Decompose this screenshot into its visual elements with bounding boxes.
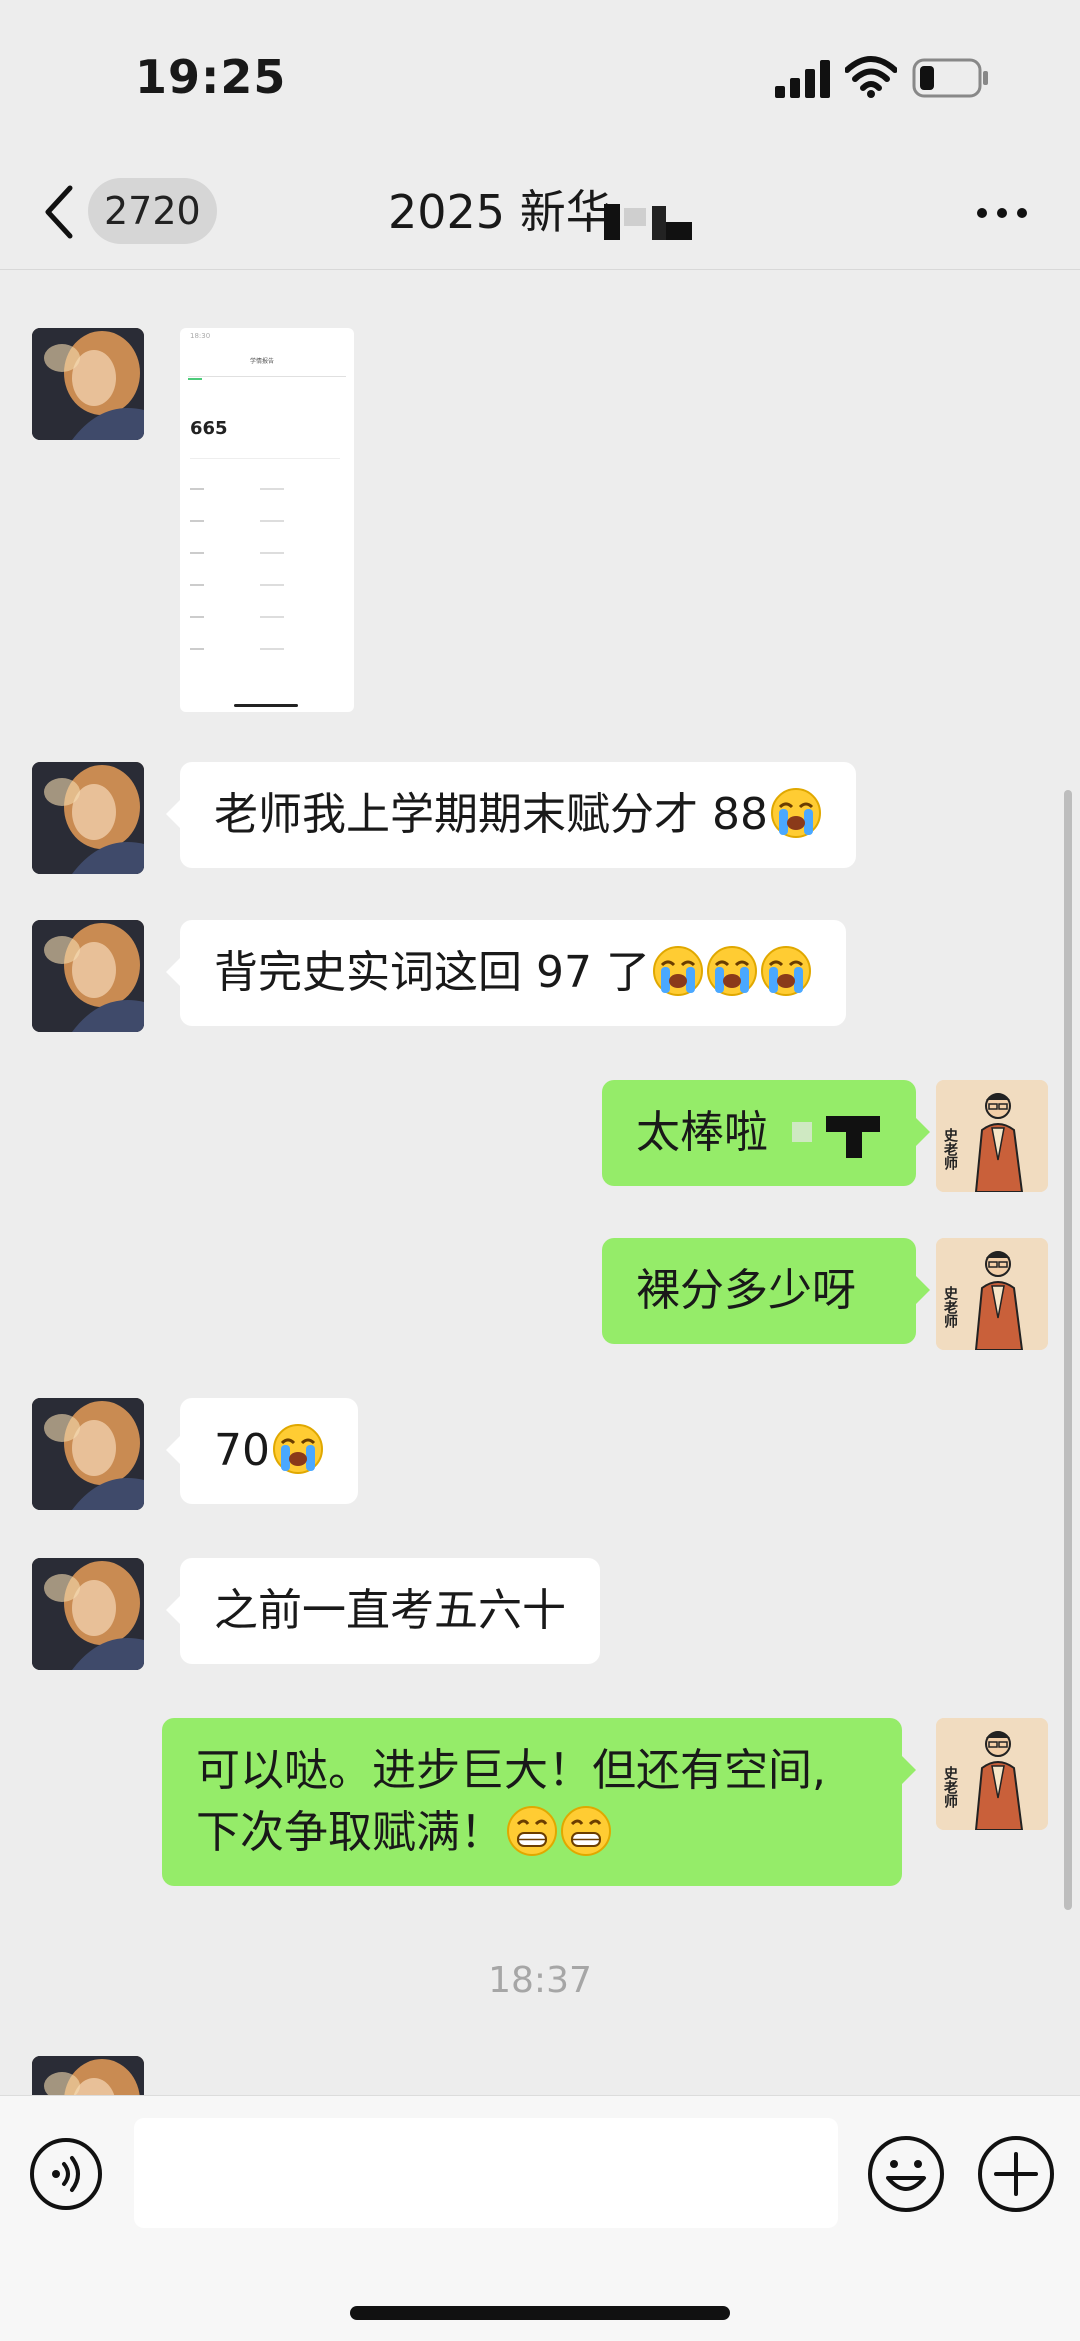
grinning-emoji [506, 1805, 558, 1857]
image-score: 665 [190, 418, 228, 439]
contact-avatar[interactable] [32, 762, 144, 874]
contact-avatar[interactable] [32, 920, 144, 1032]
status-bar: 19:25 [0, 0, 1080, 160]
message-text-line-2: 下次争取赋满！ [196, 1807, 504, 1858]
crying-emoji [706, 945, 758, 997]
message-text: 之前一直考五六十 [214, 1585, 566, 1636]
message-text: 老师我上学期期末赋分才 88 [214, 789, 768, 840]
chat-header: 2720 2025 新华 [0, 160, 1080, 270]
message-text: 太棒啦 [636, 1107, 768, 1158]
contact-avatar[interactable] [32, 1558, 144, 1670]
my-avatar[interactable] [936, 1080, 1048, 1192]
chat-title: 2025 新华 [388, 185, 612, 239]
voice-icon[interactable] [28, 2136, 104, 2212]
emoji-icon[interactable] [866, 2134, 946, 2214]
wifi-icon [845, 56, 897, 98]
image-header-title: 学情报告 [250, 358, 275, 365]
message-text-line-1: 可以哒。进步巨大！但还有空间, [196, 1745, 826, 1796]
redaction-mosaic [604, 204, 692, 240]
message-text: 70 [214, 1425, 270, 1476]
signal-icon [775, 60, 830, 98]
input-bar [0, 2095, 1080, 2341]
received-message[interactable]: 70 [166, 1398, 358, 1504]
scrollbar[interactable] [1064, 790, 1072, 1910]
my-avatar[interactable] [936, 1718, 1048, 1830]
received-message[interactable]: 老师我上学期期末赋分才 88 [166, 762, 856, 868]
plus-icon[interactable] [976, 2134, 1056, 2214]
received-message[interactable]: 之前一直考五六十 [166, 1558, 600, 1664]
image-message[interactable]: 18:30 学情报告 665 [180, 328, 354, 712]
chat-timestamp: 18:37 [488, 1960, 592, 2001]
my-avatar[interactable] [936, 1238, 1048, 1350]
back-icon[interactable] [40, 182, 80, 242]
battery-icon [912, 58, 988, 98]
message-input[interactable] [134, 2118, 838, 2228]
grinning-emoji [560, 1805, 612, 1857]
message-text: 裸分多少呀 [636, 1265, 856, 1316]
more-icon[interactable] [976, 202, 1028, 224]
crying-emoji [760, 945, 812, 997]
crying-emoji [272, 1423, 324, 1475]
crying-emoji [770, 787, 822, 839]
status-time: 19:25 [135, 50, 287, 104]
received-message[interactable]: 背完史实词这回 97 了 [166, 920, 846, 1026]
sent-message[interactable]: 裸分多少呀 [602, 1238, 930, 1344]
crying-emoji [652, 945, 704, 997]
contact-avatar[interactable] [32, 328, 144, 440]
home-indicator[interactable] [350, 2306, 730, 2320]
sent-message[interactable]: 可以哒。进步巨大！但还有空间, 下次争取赋满！ [162, 1718, 916, 1886]
contact-avatar[interactable] [32, 1398, 144, 1510]
image-header-time: 18:30 [190, 332, 211, 340]
redaction-mosaic [792, 1116, 880, 1158]
unread-count-badge[interactable]: 2720 [88, 178, 217, 244]
contact-avatar[interactable] [32, 2056, 144, 2096]
sent-message[interactable]: 太棒啦 [602, 1080, 930, 1186]
message-text: 背完史实词这回 97 了 [214, 947, 650, 998]
